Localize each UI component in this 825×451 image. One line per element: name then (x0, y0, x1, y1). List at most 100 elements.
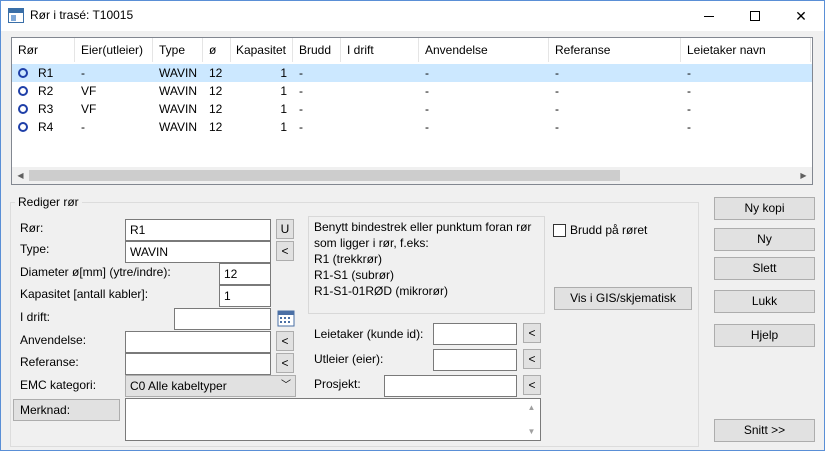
utleier-lookup-button[interactable]: < (523, 349, 541, 369)
column-header-anvendelse[interactable]: Anvendelse (419, 38, 549, 62)
cell-ror: R3 (38, 102, 54, 116)
diameter-label: Diameter ø[mm] (ytre/indre): (20, 265, 171, 279)
cell-referanse: - (555, 120, 559, 134)
scroll-right-icon[interactable]: ▶ (795, 167, 812, 184)
cell-leietaker: - (687, 84, 691, 98)
cell-referanse: - (555, 84, 559, 98)
cell-referanse: - (555, 102, 559, 116)
idrift-label: I drift: (20, 310, 51, 324)
table-row[interactable]: R3 VF WAVIN 12 1 - - - - (12, 100, 812, 118)
cell-idrift (341, 100, 419, 118)
cell-kapasitet: 1 (280, 66, 287, 80)
chevron-down-icon: ﹀ (281, 380, 291, 391)
close-button[interactable]: ✕ (778, 1, 824, 31)
emc-selected-value: C0 Alle kabeltyper (130, 379, 227, 393)
brudd-label: Brudd på røret (570, 223, 648, 237)
ror-input[interactable]: R1 (125, 219, 271, 241)
scrollbar-thumb[interactable] (29, 170, 620, 181)
brudd-checkbox[interactable] (553, 224, 566, 237)
cell-type: WAVIN (159, 84, 197, 98)
column-header-referanse[interactable]: Referanse (549, 38, 681, 62)
horizontal-scrollbar[interactable]: ◀ ▶ (12, 167, 812, 184)
prosjekt-lookup-button[interactable]: < (523, 375, 541, 395)
ny-kopi-button[interactable]: Ny kopi (714, 197, 815, 220)
cell-type: WAVIN (159, 120, 197, 134)
diameter-input[interactable]: 12 (219, 263, 271, 285)
list-header: Rør Eier(utleier) Type ø Kapasitet Brudd… (12, 38, 812, 62)
pipe-circle-icon (18, 86, 28, 96)
pipe-circle-icon (18, 104, 28, 114)
slett-button[interactable]: Slett (714, 257, 815, 280)
cell-type: WAVIN (159, 102, 197, 116)
cell-diameter: 12 (209, 84, 223, 98)
leietaker-label: Leietaker (kunde id): (314, 327, 424, 341)
app-window-icon (8, 8, 24, 23)
calendar-icon[interactable] (277, 309, 295, 327)
column-header-leietaker[interactable]: Leietaker navn (681, 38, 811, 62)
cell-brudd: - (299, 120, 303, 134)
snitt-button[interactable]: Snitt >> (714, 419, 815, 442)
u-button[interactable]: U (276, 219, 294, 239)
referanse-label: Referanse: (20, 355, 79, 369)
cell-brudd: - (299, 84, 303, 98)
scroll-left-icon[interactable]: ◀ (12, 167, 29, 184)
column-header-idrift[interactable]: I drift (341, 38, 419, 62)
table-row[interactable]: R2 VF WAVIN 12 1 - - - - (12, 82, 812, 100)
hjelp-button[interactable]: Hjelp (714, 324, 815, 347)
cell-diameter: 12 (209, 66, 223, 80)
anvendelse-lookup-button[interactable]: < (276, 331, 294, 351)
pipe-circle-icon (18, 68, 28, 78)
cell-brudd: - (299, 102, 303, 116)
kapasitet-input[interactable]: 1 (219, 285, 271, 307)
cell-diameter: 12 (209, 120, 223, 134)
table-row[interactable]: R1 - WAVIN 12 1 - - - - (12, 64, 812, 82)
type-input[interactable]: WAVIN (125, 241, 271, 263)
anvendelse-label: Anvendelse: (20, 333, 87, 347)
idrift-input[interactable] (174, 308, 271, 330)
lukk-button[interactable]: Lukk (714, 290, 815, 313)
window-title: Rør i trasé: T10015 (30, 8, 134, 22)
cell-kapasitet: 1 (280, 102, 287, 116)
column-header-ror[interactable]: Rør (12, 38, 75, 62)
leietaker-input[interactable] (433, 323, 517, 345)
utleier-input[interactable] (433, 349, 517, 371)
column-header-type[interactable]: Type (153, 38, 203, 62)
referanse-input[interactable] (125, 353, 271, 375)
anvendelse-input[interactable] (125, 331, 271, 353)
cell-eier: VF (81, 102, 97, 116)
column-header-kapasitet[interactable]: Kapasitet (231, 38, 293, 62)
minimize-button[interactable] (686, 1, 732, 31)
referanse-lookup-button[interactable]: < (276, 353, 294, 373)
cell-diameter: 12 (209, 102, 223, 116)
cell-anvendelse: - (425, 102, 429, 116)
table-row[interactable]: R4 - WAVIN 12 1 - - - - (12, 118, 812, 136)
prosjekt-label: Prosjekt: (314, 377, 361, 391)
pipe-circle-icon (18, 122, 28, 132)
type-label: Type: (20, 242, 50, 256)
cell-idrift (341, 118, 419, 136)
vis-i-gis-button[interactable]: Vis i GIS/skjematisk (554, 287, 692, 310)
type-lookup-button[interactable]: < (276, 241, 294, 261)
ny-button[interactable]: Ny (714, 228, 815, 251)
cell-referanse: - (555, 66, 559, 80)
scroll-down-icon[interactable]: ▼ (524, 424, 539, 439)
merknad-textarea[interactable]: ▲ ▼ (125, 398, 541, 441)
maximize-button[interactable] (732, 1, 778, 31)
cell-idrift (341, 64, 419, 82)
column-header-brudd[interactable]: Brudd (293, 38, 341, 62)
emc-dropdown[interactable]: C0 Alle kabeltyper ﹀ (125, 375, 296, 397)
cell-leietaker: - (687, 102, 691, 116)
minimize-icon (704, 15, 714, 17)
cell-ror: R2 (38, 84, 54, 98)
utleier-label: Utleier (eier): (314, 352, 384, 366)
column-header-eier[interactable]: Eier(utleier) (75, 38, 153, 62)
pipe-list[interactable]: Rør Eier(utleier) Type ø Kapasitet Brudd… (11, 37, 813, 185)
column-header-diameter[interactable]: ø (203, 38, 231, 62)
title-bar[interactable]: Rør i trasé: T10015 ✕ (1, 1, 824, 31)
prosjekt-input[interactable] (384, 375, 517, 397)
merknad-button[interactable]: Merknad: (13, 399, 120, 421)
scroll-up-icon[interactable]: ▲ (524, 400, 539, 415)
cell-type: WAVIN (159, 66, 197, 80)
leietaker-lookup-button[interactable]: < (523, 323, 541, 343)
cell-ror: R1 (38, 66, 54, 80)
